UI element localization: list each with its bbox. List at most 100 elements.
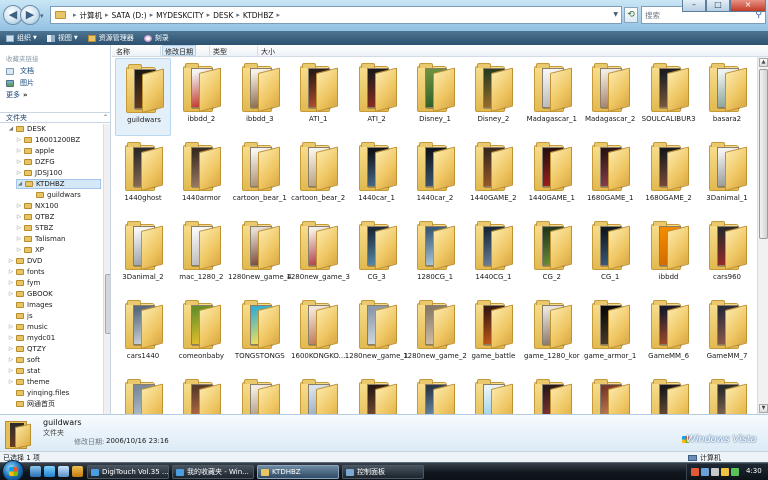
tree-item-images[interactable]: Images xyxy=(8,300,53,310)
volume-icon[interactable] xyxy=(711,468,719,476)
file-item[interactable] xyxy=(465,374,521,414)
switch-windows-icon[interactable] xyxy=(58,466,69,477)
scroll-up-icon[interactable]: ▲ xyxy=(759,58,768,67)
tree-item-qtzy[interactable]: ▷ QTZY xyxy=(8,344,46,354)
expand-arrow-icon[interactable]: ▷ xyxy=(8,269,14,275)
column-type[interactable]: 类型 xyxy=(213,47,227,57)
tree-item-qtbz[interactable]: ▷ QTBZ xyxy=(16,212,55,222)
file-item[interactable] xyxy=(290,374,346,414)
file-item[interactable]: 1440car_1 xyxy=(349,137,405,215)
tree-item-jdsj100[interactable]: ▷ JDSJ100 xyxy=(16,168,62,178)
file-item[interactable] xyxy=(699,374,755,414)
expand-arrow-icon[interactable]: ▷ xyxy=(16,159,22,165)
chevron-right-icon[interactable]: ▸ xyxy=(150,11,154,19)
breadcrumb-ktdhbz[interactable]: KTDHBZ xyxy=(243,11,274,20)
file-item[interactable]: 1280new_game_4 xyxy=(228,216,292,294)
file-item[interactable] xyxy=(349,374,405,414)
file-item[interactable]: Madagascar_1 xyxy=(524,58,580,136)
tree-item-[interactable]: 网通首页 xyxy=(8,399,55,409)
expand-arrow-icon[interactable]: ◢ xyxy=(8,126,14,132)
taskbar-item-control-panel[interactable]: 控制面板 xyxy=(342,465,424,479)
file-item[interactable]: cars960 xyxy=(699,216,755,294)
tree-item-music[interactable]: ▷ music xyxy=(8,322,48,332)
forward-button[interactable]: ▶ xyxy=(20,5,40,25)
expand-arrow-icon[interactable]: ▷ xyxy=(16,170,22,176)
file-item[interactable] xyxy=(524,374,580,414)
expand-arrow-icon[interactable]: ▷ xyxy=(8,291,14,297)
expand-arrow-icon[interactable]: ▷ xyxy=(16,247,22,253)
expand-arrow-icon[interactable]: ▷ xyxy=(8,258,14,264)
organize-button[interactable]: 组织 ▼ xyxy=(6,33,37,43)
file-item[interactable]: ibbdd_2 xyxy=(173,58,229,136)
column-name[interactable]: 名称 xyxy=(116,47,130,57)
file-item[interactable] xyxy=(173,374,229,414)
file-item[interactable]: CG_1 xyxy=(582,216,638,294)
favorite-pictures[interactable]: 图片 xyxy=(6,78,34,88)
breadcrumb-mydeskcity[interactable]: MYDESKCITY xyxy=(156,11,203,20)
breadcrumb-computer[interactable]: 计算机 xyxy=(80,10,103,21)
file-item[interactable]: cars1440 xyxy=(115,295,171,373)
file-item[interactable]: 1440GAME_1 xyxy=(524,137,580,215)
expand-arrow-icon[interactable]: ▷ xyxy=(16,236,22,242)
scroll-down-icon[interactable]: ▼ xyxy=(759,404,768,413)
breadcrumb-drive[interactable]: SATA (D:) xyxy=(112,11,147,20)
burn-button[interactable]: 刻录 xyxy=(143,33,169,43)
tray-app-icon[interactable] xyxy=(731,468,739,476)
tree-item-fym[interactable]: ▷ fym xyxy=(8,278,40,288)
file-list-scrollbar[interactable]: ▲ ▼ xyxy=(757,57,768,414)
chevron-right-icon[interactable]: ▸ xyxy=(236,11,240,19)
quick-launch-icon[interactable] xyxy=(72,466,83,477)
expand-arrow-icon[interactable]: ▷ xyxy=(8,335,14,341)
file-item[interactable]: 1280new_game_1 xyxy=(345,295,408,373)
clock[interactable]: 4:30 xyxy=(746,467,762,475)
file-item[interactable] xyxy=(641,374,697,414)
chevron-right-icon[interactable]: ▸ xyxy=(276,11,280,19)
file-item[interactable]: 1440armor xyxy=(173,137,229,215)
views-button[interactable]: 视图 ▼ xyxy=(46,33,78,43)
file-item[interactable]: GameMM_6 xyxy=(641,295,697,373)
address-field[interactable]: ▸ 计算机 ▸ SATA (D:) ▸ MYDESKCITY ▸ DESK ▸ … xyxy=(50,6,622,24)
column-divider[interactable] xyxy=(209,46,210,56)
file-item[interactable]: 1680GAME_2 xyxy=(641,137,697,215)
start-button[interactable] xyxy=(2,460,24,480)
file-item[interactable] xyxy=(115,374,171,414)
tree-item-nx100[interactable]: ▷ NX100 xyxy=(16,201,59,211)
file-item[interactable]: guildwars xyxy=(115,58,171,136)
file-item[interactable]: game_1280_kor xyxy=(524,295,580,373)
file-item[interactable]: game_armor_1 xyxy=(582,295,638,373)
maximize-button[interactable]: □ xyxy=(706,0,730,12)
tree-item-talisman[interactable]: ▷ Talisman xyxy=(16,234,66,244)
tree-item-yinqing-files[interactable]: yinqing.files xyxy=(8,388,69,398)
file-item[interactable]: Disney_2 xyxy=(465,58,521,136)
expand-arrow-icon[interactable]: ▷ xyxy=(8,379,14,385)
file-item[interactable] xyxy=(232,374,288,414)
breadcrumb-desk[interactable]: DESK xyxy=(213,11,233,20)
file-item[interactable]: Madagascar_2 xyxy=(582,58,638,136)
expand-arrow-icon[interactable]: ▷ xyxy=(16,148,22,154)
column-size[interactable]: 大小 xyxy=(261,47,275,57)
tree-scrollbar[interactable] xyxy=(103,124,110,414)
tree-item-dzfg[interactable]: ▷ DZFG xyxy=(16,157,55,167)
tree-item-ktdhbz[interactable]: ◢ KTDHBZ xyxy=(16,179,101,189)
expand-arrow-icon[interactable]: ▷ xyxy=(8,280,14,286)
file-item[interactable]: ibbdd xyxy=(641,216,697,294)
tree-item-apple[interactable]: ▷ apple xyxy=(16,146,55,156)
tree-item-soft[interactable]: ▷ soft xyxy=(8,355,40,365)
expand-arrow-icon[interactable]: ▷ xyxy=(16,214,22,220)
file-item[interactable] xyxy=(582,374,638,414)
file-item[interactable]: 1440CG_1 xyxy=(465,216,521,294)
chevron-right-icon[interactable]: ▸ xyxy=(207,11,211,19)
security-icon[interactable] xyxy=(721,468,729,476)
tree-item-stbz[interactable]: ▷ STBZ xyxy=(16,223,53,233)
file-item[interactable]: cartoon_bear_2 xyxy=(290,137,346,215)
taskbar-item-ktdhbz[interactable]: KTDHBZ xyxy=(257,465,339,479)
tree-item-stat[interactable]: ▷ stat xyxy=(8,366,41,376)
scrollbar-thumb[interactable] xyxy=(105,274,110,334)
expand-arrow-icon[interactable]: ▷ xyxy=(16,203,22,209)
tree-item-fonts[interactable]: ▷ fonts xyxy=(8,267,45,277)
tree-item-theme[interactable]: ▷ theme xyxy=(8,377,50,387)
file-item[interactable]: 3Danimal_2 xyxy=(115,216,171,294)
file-item[interactable]: mac_1280_2 xyxy=(173,216,229,294)
column-divider[interactable] xyxy=(257,46,258,56)
favorite-documents[interactable]: 文档 xyxy=(6,66,34,76)
